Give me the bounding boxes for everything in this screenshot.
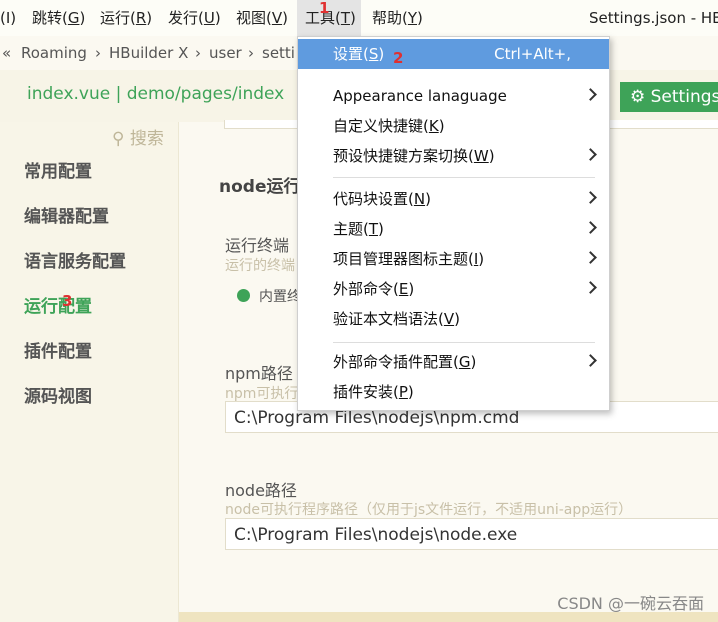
node-path-hint: node可执行程序路径（仅用于js文件运行，不适用uni-app运行） (225, 502, 633, 518)
annotation-3: 3 (62, 292, 73, 310)
breadcrumb-hbuilder[interactable]: HBuilder X (109, 36, 188, 70)
breadcrumb-roaming[interactable]: Roaming (21, 36, 87, 70)
menu-bar: (I) 跳转(G) 运行(R) 发行(U) 视图(V) 工具(T) 1 帮助(Y… (0, 0, 718, 37)
sidebar-search[interactable]: ⚲ 搜索 (112, 124, 164, 149)
chevron-right-icon (584, 221, 597, 234)
menu-tools[interactable]: 工具(T) 1 (297, 0, 361, 36)
tab-settings-json[interactable]: ⚙ Settings. (620, 82, 718, 112)
sidebar-item-common[interactable]: 常用配置 (24, 157, 92, 182)
sidebar-item-run[interactable]: 运行配置 (24, 292, 92, 317)
chevron-right-icon (584, 148, 597, 161)
window-title: Settings.json - HB (589, 9, 718, 27)
breadcrumb-back[interactable]: « (2, 36, 11, 70)
node-path-label: node路径 (225, 481, 297, 500)
menu-separator (333, 342, 595, 343)
section-title-node-run: node运行 (219, 177, 301, 197)
radio-checked-icon[interactable] (237, 289, 250, 302)
tools-dropdown-menu: 设置(S) 2 Ctrl+Alt+, Appearance lanaguage … (297, 36, 610, 411)
menu-item-external-command-plugins[interactable]: 外部命令插件配置(G) (298, 348, 609, 376)
breadcrumb-sep: › (95, 44, 101, 62)
menu-item-settings[interactable]: 设置(S) 2 Ctrl+Alt+, (298, 39, 609, 69)
sidebar-item-language-service[interactable]: 语言服务配置 (24, 247, 126, 272)
terminal-option-label: 内置终 (259, 289, 301, 305)
chevron-right-icon (584, 251, 597, 264)
breadcrumb-settings[interactable]: setti (262, 36, 295, 70)
chevron-right-icon (584, 191, 597, 204)
menu-item-validate-syntax[interactable]: 验证本文档语法(V) (298, 305, 609, 333)
breadcrumb-user[interactable]: user (209, 36, 242, 70)
menu-item-appearance-language[interactable]: Appearance lanaguage (298, 82, 609, 110)
menu-help[interactable]: 帮助(Y) (366, 0, 429, 36)
chevron-right-icon (584, 88, 597, 101)
sidebar-item-editor[interactable]: 编辑器配置 (24, 202, 109, 227)
tab-index-vue[interactable]: index.vue | demo/pages/index (27, 84, 284, 104)
menu-item-external-commands[interactable]: 外部命令(E) (298, 275, 609, 303)
annotation-1: 1 (319, 0, 330, 17)
sidebar-item-plugins[interactable]: 插件配置 (24, 337, 92, 362)
menu-item-theme[interactable]: 主题(T) (298, 215, 609, 243)
breadcrumb-sep: › (195, 44, 201, 62)
chevron-right-icon (584, 354, 597, 367)
node-path-input[interactable]: C:\Program Files\nodejs\node.exe (225, 518, 718, 550)
chevron-right-icon (584, 281, 597, 294)
breadcrumb-sep: › (248, 44, 254, 62)
npm-path-hint: npm可执行 (225, 386, 299, 402)
npm-path-label: npm路径 (225, 364, 293, 383)
menu-item-project-icon-theme[interactable]: 项目管理器图标主题(I) (298, 245, 609, 273)
menu-separator (333, 177, 595, 178)
menu-item-custom-shortcuts[interactable]: 自定义快捷键(K) (298, 112, 609, 140)
menu-jump[interactable]: 跳转(G) (26, 0, 91, 36)
terminal-hint: 运行的终端 (225, 258, 295, 274)
sidebar-item-source-view[interactable]: 源码视图 (24, 382, 92, 407)
menu-view[interactable]: 视图(V) (230, 0, 294, 36)
menu-item-preset-shortcuts[interactable]: 预设快捷键方案切换(W) (298, 142, 609, 170)
settings-shortcut: Ctrl+Alt+, (494, 45, 571, 63)
menu-publish[interactable]: 发行(U) (162, 0, 227, 36)
menu-item-plugin-install[interactable]: 插件安装(P) (298, 378, 609, 406)
annotation-2: 2 (393, 49, 404, 67)
menu-run[interactable]: 运行(R) (94, 0, 158, 36)
menu-item-snippets[interactable]: 代码块设置(N) (298, 185, 609, 213)
menu-item-partial[interactable]: (I) (0, 0, 22, 36)
watermark: CSDN @一碗云吞面 (557, 594, 704, 613)
settings-sidebar: ⚲ 搜索 常用配置 编辑器配置 语言服务配置 运行配置 3 插件配置 源码视图 (0, 122, 179, 622)
terminal-label: 运行终端 (225, 236, 290, 255)
